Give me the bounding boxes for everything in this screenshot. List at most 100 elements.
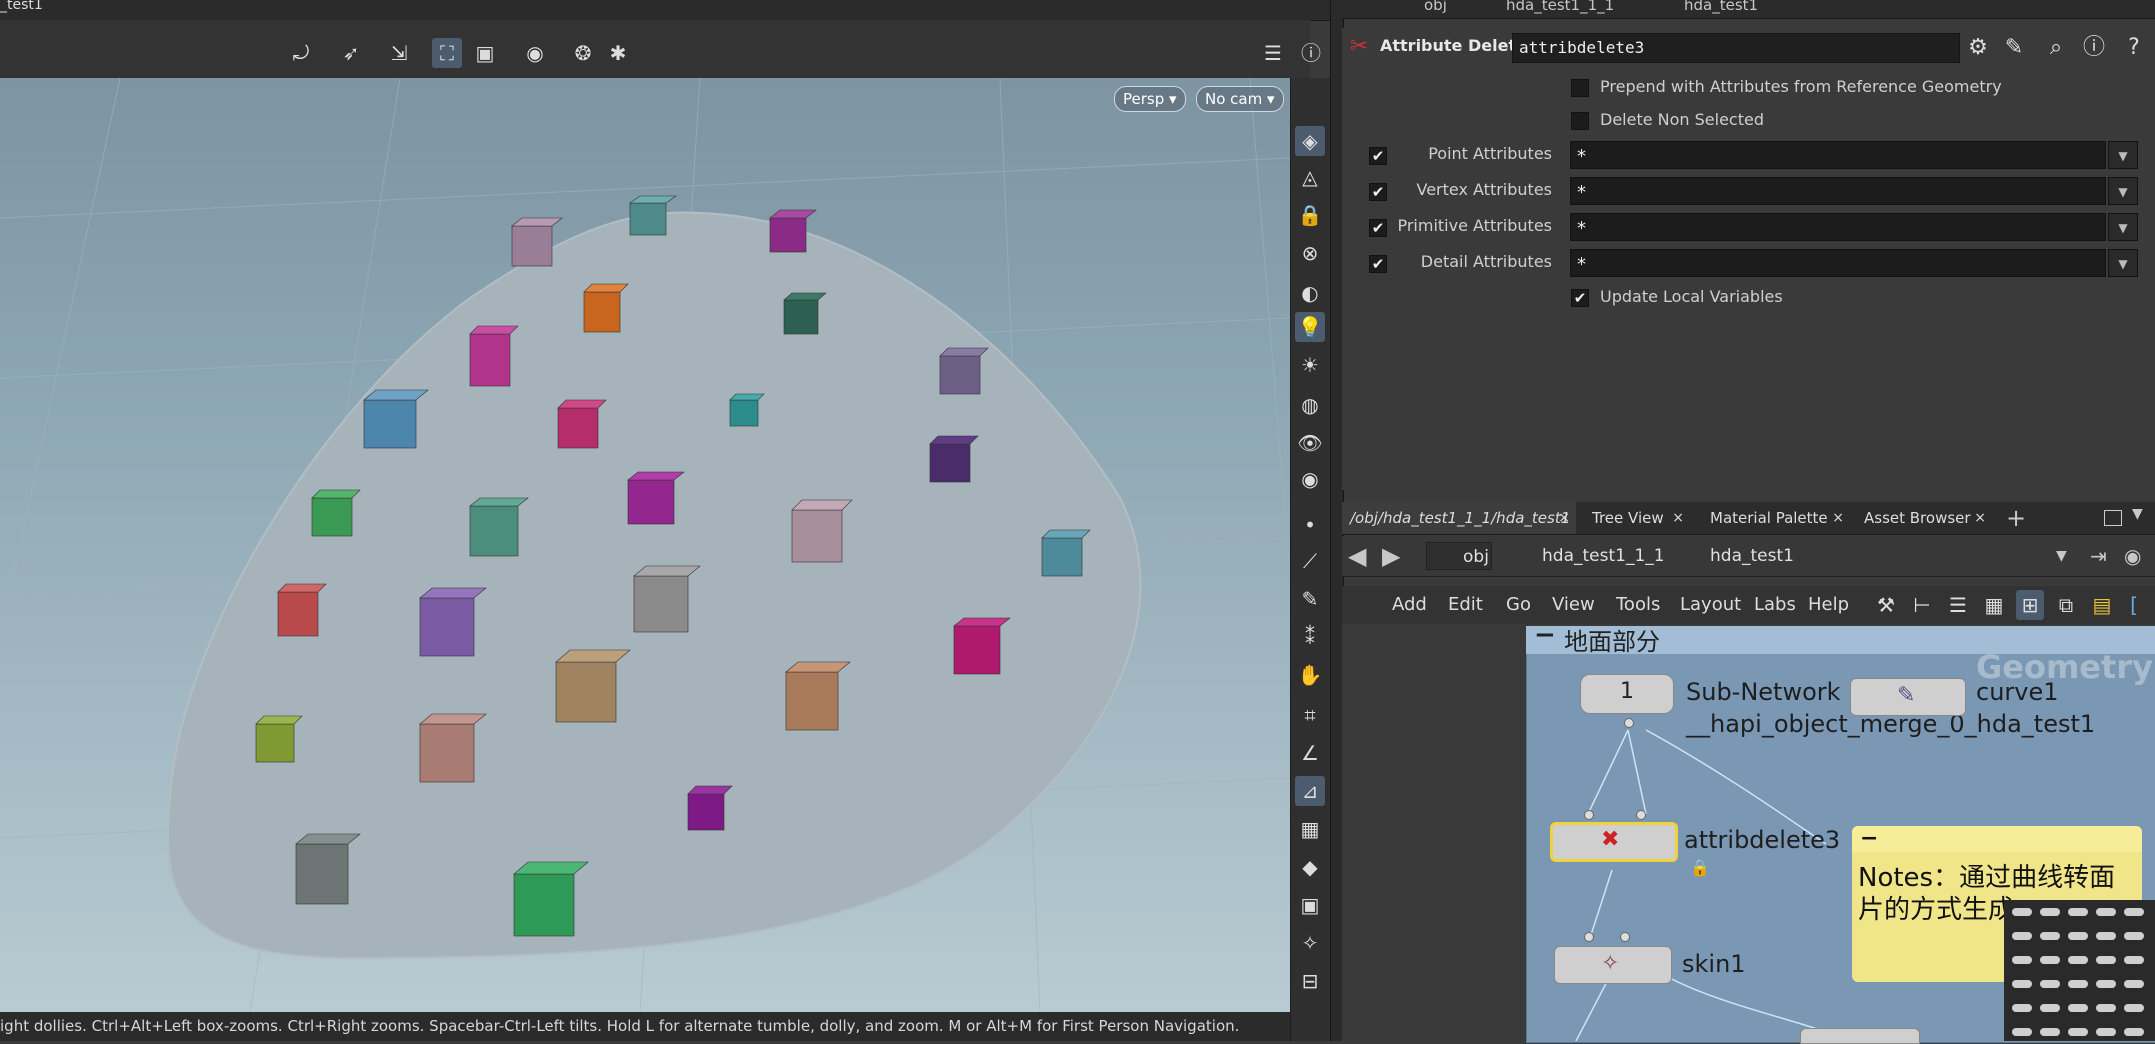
path-seg-obj[interactable]: obj bbox=[1424, 0, 1447, 14]
primitive-attrib-field[interactable]: * bbox=[1570, 213, 2106, 241]
sticky-note-icon[interactable]: ▤ bbox=[2088, 590, 2116, 620]
tab-asset-browser[interactable]: Asset Browser × bbox=[1856, 502, 1992, 534]
shape-palette[interactable] bbox=[2004, 900, 2155, 1041]
menu-view[interactable]: View bbox=[1552, 590, 1595, 620]
brush-tool-icon[interactable]: ✎ bbox=[2000, 34, 2028, 62]
menu-tools[interactable]: Tools bbox=[1616, 590, 1660, 620]
forward-arrow-icon[interactable]: ▶ bbox=[1382, 542, 1400, 570]
list-icon[interactable]: ☰ bbox=[1944, 590, 1972, 620]
back-arrow-icon[interactable]: ◀ bbox=[1348, 542, 1366, 570]
update-local-checkbox[interactable]: ✔ bbox=[1571, 289, 1589, 307]
bounding-box-icon[interactable]: ▣ bbox=[1295, 890, 1325, 920]
bracket-icon[interactable]: [ bbox=[2120, 590, 2148, 620]
subnet-input-node[interactable]: 1 bbox=[1580, 674, 1674, 714]
vertex-attrib-dropdown[interactable]: ▼ bbox=[2108, 177, 2138, 205]
collapse-icon[interactable]: − bbox=[1534, 620, 1556, 650]
help-icon[interactable]: ⓘ bbox=[1296, 38, 1326, 68]
visibility-icon[interactable]: 👁 bbox=[1295, 428, 1325, 458]
input-port[interactable] bbox=[1636, 810, 1646, 820]
menu-add[interactable]: Add bbox=[1392, 590, 1427, 620]
menu-edit[interactable]: Edit bbox=[1448, 590, 1483, 620]
pen-icon[interactable]: ✎ bbox=[1295, 584, 1325, 614]
angle-icon[interactable]: ∠ bbox=[1295, 738, 1325, 768]
menu-labs[interactable]: Labs bbox=[1754, 590, 1796, 620]
diamond-icon[interactable]: ◆ bbox=[1295, 852, 1325, 882]
curve1-node[interactable]: ✎ bbox=[1850, 678, 1966, 716]
node-name-field[interactable]: attribdelete3 bbox=[1512, 33, 1960, 63]
close-icon[interactable]: × bbox=[1672, 502, 1684, 534]
link-icon[interactable]: ◉ bbox=[2124, 544, 2141, 568]
skin1-node[interactable]: ✧ bbox=[1554, 946, 1672, 984]
gear-icon[interactable]: ⚙ bbox=[1964, 34, 1992, 62]
3d-viewport[interactable] bbox=[0, 78, 1290, 1012]
sticky-note-header[interactable] bbox=[1852, 826, 2142, 852]
viewport-layout-icon[interactable]: ▣ bbox=[470, 38, 500, 68]
close-icon[interactable]: × bbox=[1558, 502, 1570, 534]
camera-visibility-icon[interactable]: ◉ bbox=[1295, 464, 1325, 494]
frame-icon[interactable]: ⊟ bbox=[1295, 966, 1325, 996]
input-port[interactable] bbox=[1620, 932, 1630, 942]
point-attrib-field[interactable]: * bbox=[1570, 141, 2106, 169]
brush-icon[interactable]: ⟋ bbox=[1295, 546, 1325, 576]
partial-node[interactable] bbox=[1800, 1028, 1920, 1044]
path-obj-button[interactable]: obj bbox=[1426, 542, 1492, 570]
search-icon[interactable]: ⌕ bbox=[2042, 34, 2070, 62]
light-icon[interactable]: ☀ bbox=[1295, 350, 1325, 380]
tree-icon[interactable]: ⊢ bbox=[1908, 590, 1936, 620]
tab-tree-view[interactable]: Tree View × bbox=[1584, 502, 1690, 534]
vertex-attrib-field[interactable]: * bbox=[1570, 177, 2106, 205]
close-icon[interactable]: × bbox=[1832, 502, 1844, 534]
path-hda-button[interactable]: hda_test1_1_1 bbox=[1508, 542, 1665, 570]
detail-attrib-field[interactable]: * bbox=[1570, 249, 2106, 277]
viewport-menu-icon[interactable]: ☰ bbox=[1258, 38, 1288, 68]
point-icon[interactable]: • bbox=[1295, 510, 1325, 540]
camera-persp-button[interactable]: Persp ▾ bbox=[1114, 86, 1186, 112]
menu-help[interactable]: Help bbox=[1808, 590, 1849, 620]
tab-material-palette[interactable]: Material Palette × bbox=[1702, 502, 1850, 534]
record-icon[interactable]: ◉ bbox=[520, 38, 550, 68]
delete-nonselected-checkbox[interactable] bbox=[1571, 112, 1589, 130]
camera-link-icon[interactable]: ⛶ bbox=[432, 38, 462, 68]
maximize-icon[interactable] bbox=[2104, 510, 2122, 526]
pin-icon[interactable]: ⇥ bbox=[2090, 544, 2107, 568]
camera-select-button[interactable]: No cam ▾ bbox=[1196, 86, 1284, 112]
help-icon[interactable]: ? bbox=[2120, 34, 2148, 62]
grid-view-icon[interactable]: ⊞ bbox=[2016, 590, 2044, 620]
network-box-icon[interactable]: ⧉ bbox=[2052, 590, 2080, 620]
detail-attrib-dropdown[interactable]: ▼ bbox=[2108, 249, 2138, 277]
light-bulb-icon[interactable]: 💡 bbox=[1295, 312, 1325, 342]
paint-icon[interactable]: ✋ bbox=[1295, 660, 1325, 690]
handle-select-icon[interactable]: ⤾ bbox=[286, 38, 316, 68]
uv-checker-icon[interactable]: ▦ bbox=[1295, 814, 1325, 844]
tab-network[interactable]: /obj/hda_test1_1_1/hda_test1 × bbox=[1342, 502, 1576, 534]
snapshot-icon[interactable]: ❂ bbox=[568, 38, 598, 68]
color-palette-icon[interactable]: ▦ bbox=[1980, 590, 2008, 620]
primitive-attrib-dropdown[interactable]: ▼ bbox=[2108, 213, 2138, 241]
input-port[interactable] bbox=[1584, 810, 1594, 820]
input-port[interactable] bbox=[1584, 932, 1594, 942]
shading-icon[interactable]: ◐ bbox=[1295, 278, 1325, 308]
attribdelete3-node[interactable]: ✖ bbox=[1550, 822, 1678, 862]
close-icon[interactable]: × bbox=[1974, 502, 1986, 534]
add-tab-button[interactable]: + bbox=[2006, 502, 2026, 534]
menu-go[interactable]: Go bbox=[1506, 590, 1531, 620]
point-number-icon[interactable]: ⁑ bbox=[1295, 622, 1325, 652]
prepend-checkbox[interactable] bbox=[1571, 79, 1589, 97]
info-icon[interactable]: ⓘ bbox=[2080, 34, 2108, 62]
display-options-icon[interactable]: ✱ bbox=[603, 38, 633, 68]
menu-layout[interactable]: Layout bbox=[1680, 590, 1741, 620]
path-sub-button[interactable]: hda_test1 bbox=[1678, 542, 2062, 570]
normals-icon[interactable]: ⊿ bbox=[1295, 776, 1325, 806]
path-seg-hda[interactable]: hda_test1_1_1 bbox=[1506, 0, 1614, 14]
transform-handle-icon[interactable]: ⇲ bbox=[384, 38, 414, 68]
note-collapse-icon[interactable]: − bbox=[1860, 826, 1878, 851]
path-dropdown-icon[interactable]: ▼ bbox=[2056, 548, 2067, 564]
pane-menu-icon[interactable]: ▼ bbox=[2132, 506, 2143, 522]
pivot-icon[interactable]: ✧ bbox=[1295, 928, 1325, 958]
output-port[interactable] bbox=[1624, 718, 1634, 728]
prim-number-icon[interactable]: ⌗ bbox=[1295, 700, 1325, 730]
point-attrib-dropdown[interactable]: ▼ bbox=[2108, 141, 2138, 169]
lock-icon[interactable]: 🔒 bbox=[1690, 858, 1710, 877]
checker-sphere-icon[interactable]: ◍ bbox=[1295, 390, 1325, 420]
path-seg-sub[interactable]: hda_test1 bbox=[1684, 0, 1758, 14]
